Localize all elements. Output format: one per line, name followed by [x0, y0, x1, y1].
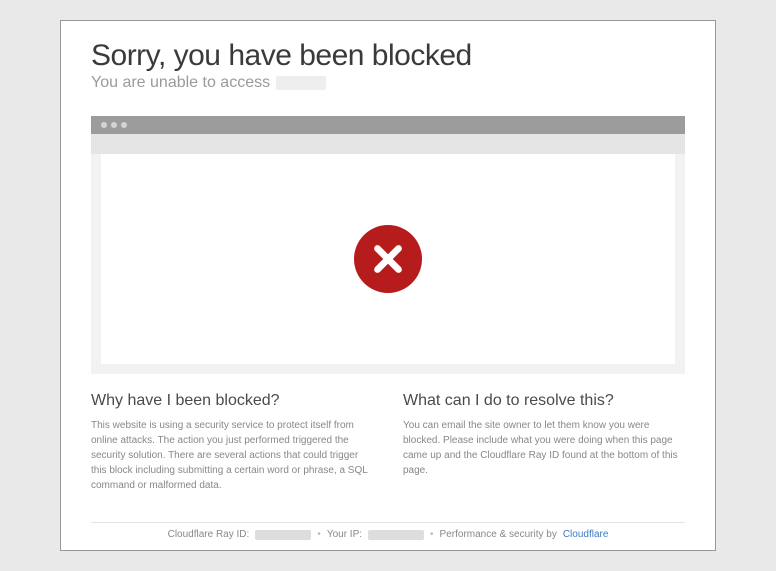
browser-body — [91, 154, 685, 374]
footer: Cloudflare Ray ID: • Your IP: • Performa… — [91, 522, 685, 540]
browser-titlebar — [91, 116, 685, 134]
page-title: Sorry, you have been blocked — [91, 39, 685, 72]
subtitle: You are unable to access — [91, 74, 685, 92]
browser-mock — [91, 116, 685, 374]
header: Sorry, you have been blocked You are una… — [91, 39, 685, 92]
x-circle-icon — [354, 225, 422, 293]
your-ip-label: Your IP: — [327, 529, 362, 540]
why-blocked-heading: Why have I been blocked? — [91, 392, 373, 410]
ray-id-label: Cloudflare Ray ID: — [168, 529, 250, 540]
window-dot-icon — [101, 122, 107, 128]
subtitle-prefix: You are unable to access — [91, 74, 270, 92]
cloudflare-link[interactable]: Cloudflare — [563, 529, 609, 540]
window-dot-icon — [111, 122, 117, 128]
separator-icon: • — [317, 529, 321, 540]
separator-icon: • — [430, 529, 434, 540]
resolve-column: What can I do to resolve this? You can e… — [403, 392, 685, 512]
why-blocked-text: This website is using a security service… — [91, 418, 373, 493]
window-dot-icon — [121, 122, 127, 128]
redacted-domain — [276, 76, 326, 90]
redacted-ray-id — [255, 530, 311, 540]
resolve-heading: What can I do to resolve this? — [403, 392, 685, 410]
info-columns: Why have I been blocked? This website is… — [91, 392, 685, 512]
resolve-text: You can email the site owner to let them… — [403, 418, 685, 478]
perf-label: Performance & security by — [440, 529, 557, 540]
browser-toolbar — [91, 134, 685, 154]
why-blocked-column: Why have I been blocked? This website is… — [91, 392, 373, 512]
redacted-ip — [368, 530, 424, 540]
blocked-page-container: Sorry, you have been blocked You are una… — [60, 20, 716, 551]
